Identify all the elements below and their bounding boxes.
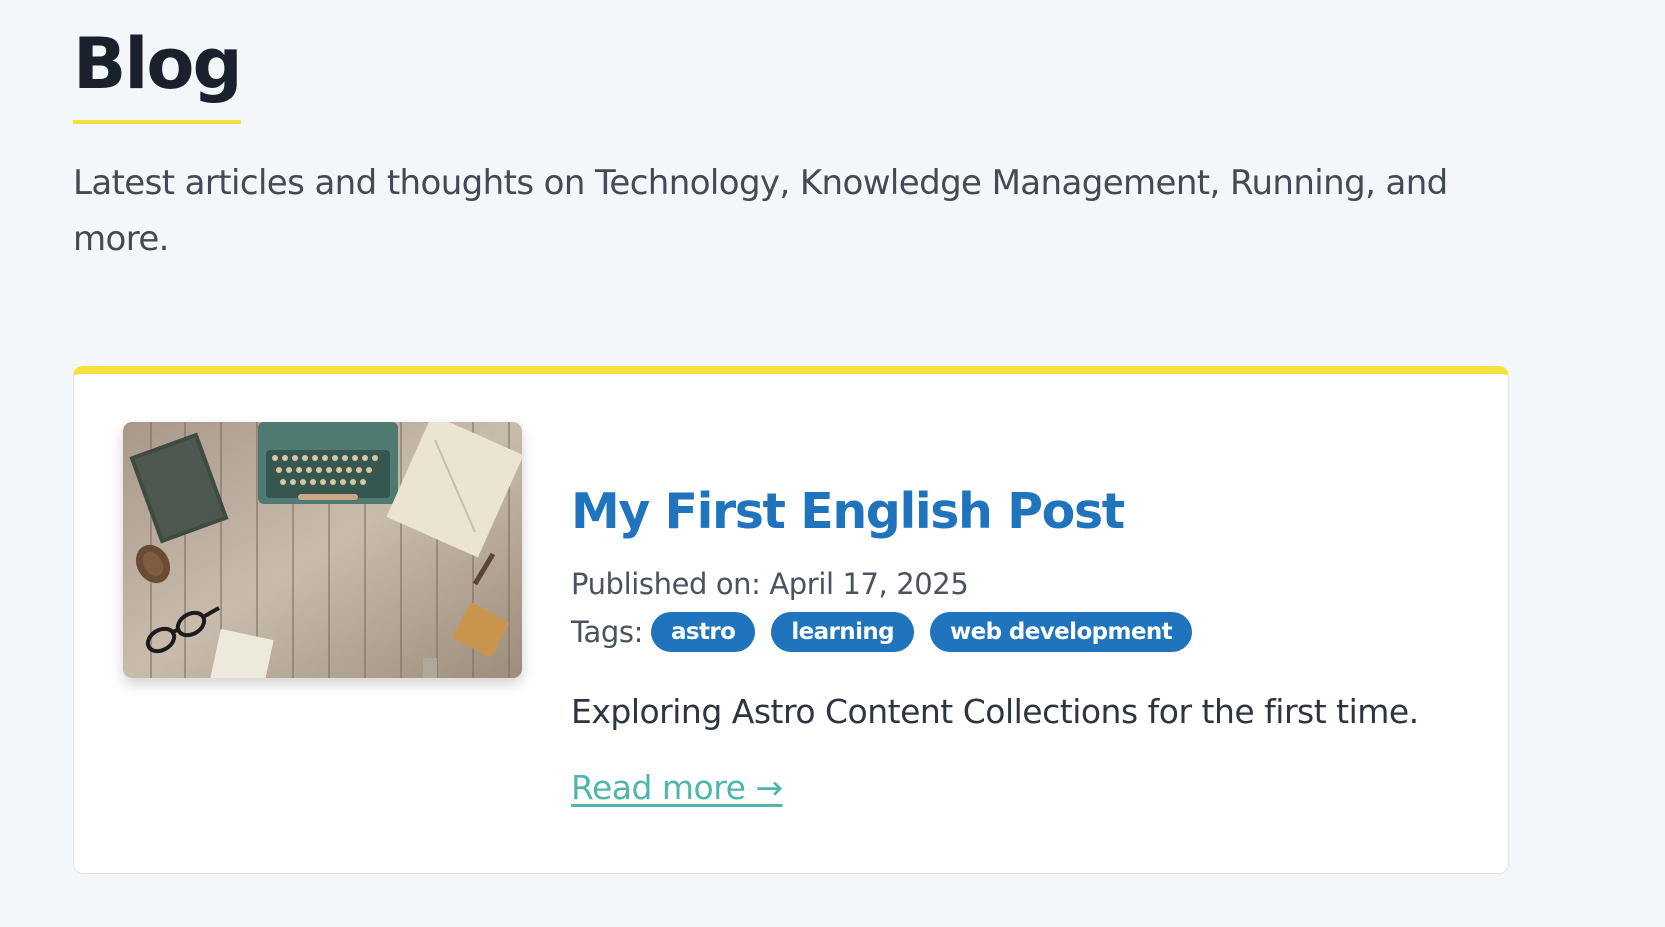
post-card[interactable]: My First English Post Published on: Apri… xyxy=(73,366,1509,874)
read-more-link[interactable]: Read more → xyxy=(571,768,783,808)
page-title: Blog xyxy=(73,22,243,124)
post-excerpt: Exploring Astro Content Collections for … xyxy=(571,692,1419,731)
tags-label: Tags: xyxy=(571,615,643,649)
post-published-date: Published on: April 17, 2025 xyxy=(571,567,969,601)
post-body: My First English Post Published on: Apri… xyxy=(571,482,1471,808)
post-thumbnail[interactable] xyxy=(123,422,522,678)
tag-web-development[interactable]: web development xyxy=(930,612,1193,652)
tag-astro[interactable]: astro xyxy=(650,612,756,652)
post-tags: Tags: astro learning web development xyxy=(571,612,1471,652)
tag-learning[interactable]: learning xyxy=(771,612,914,652)
typewriter-desk-image xyxy=(123,422,522,678)
post-title-link[interactable]: My First English Post xyxy=(571,482,1471,542)
page-intro: Latest articles and thoughts on Technolo… xyxy=(73,163,1448,259)
